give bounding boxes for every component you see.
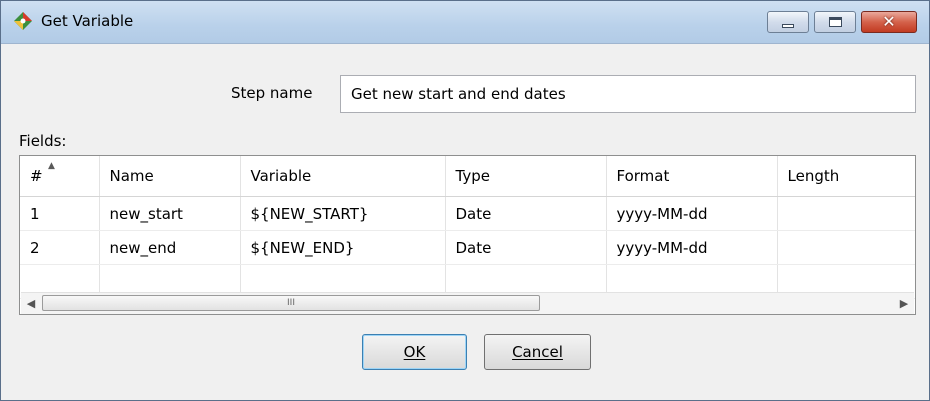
table-row[interactable]: 2 new_end ${NEW_END} Date yyyy-MM-dd [20, 230, 915, 265]
scroll-right-icon[interactable]: ▶ [894, 293, 914, 314]
column-header-label: # [30, 167, 43, 185]
step-name-label: Step name [231, 84, 313, 102]
maximize-button[interactable] [814, 11, 856, 33]
cell-name[interactable]: new_end [99, 230, 241, 265]
table-header-row: # ▲ Name Variable Type Format Length [20, 156, 915, 197]
fields-table[interactable]: # ▲ Name Variable Type Format Length 1 n… [19, 155, 916, 315]
dialog-body: Step name Fields: # ▲ Name Variable [1, 44, 929, 400]
horizontal-scrollbar[interactable]: ◀ III ▶ [21, 292, 914, 314]
ok-button[interactable]: OK [362, 334, 467, 370]
cell-format[interactable]: yyyy-MM-dd [606, 230, 778, 265]
window-title: Get Variable [41, 12, 134, 30]
cancel-button[interactable]: Cancel [484, 334, 591, 370]
cell-name[interactable]: new_start [99, 196, 241, 231]
sort-ascending-icon: ▲ [48, 161, 55, 171]
kettle-step-icon [14, 12, 32, 30]
column-header-length[interactable]: Length [777, 156, 915, 197]
step-name-input[interactable] [340, 75, 916, 113]
column-header-variable[interactable]: Variable [240, 156, 446, 197]
table-row[interactable]: 1 new_start ${NEW_START} Date yyyy-MM-dd [20, 196, 915, 231]
get-variable-dialog: Get Variable ✕ Step name Fields: [0, 0, 930, 401]
cell-length[interactable] [777, 196, 915, 231]
column-header-format[interactable]: Format [606, 156, 778, 197]
column-header-type[interactable]: Type [445, 156, 607, 197]
close-icon: ✕ [882, 12, 896, 31]
cell-type[interactable]: Date [445, 230, 607, 265]
cell-number[interactable]: 1 [20, 196, 100, 231]
minimize-button[interactable] [767, 11, 809, 33]
cell-length[interactable] [777, 230, 915, 265]
scroll-left-icon[interactable]: ◀ [21, 293, 41, 314]
title-bar[interactable]: Get Variable ✕ [1, 1, 929, 44]
cell-variable[interactable]: ${NEW_START} [240, 196, 446, 231]
column-header-number[interactable]: # ▲ [20, 156, 100, 197]
close-button[interactable]: ✕ [861, 11, 917, 33]
cell-type[interactable]: Date [445, 196, 607, 231]
cell-variable[interactable]: ${NEW_END} [240, 230, 446, 265]
cell-format[interactable]: yyyy-MM-dd [606, 196, 778, 231]
scrollbar-thumb[interactable]: III [42, 295, 540, 311]
minimize-icon [782, 24, 794, 28]
column-header-name[interactable]: Name [99, 156, 241, 197]
grip-icon: III [287, 298, 295, 308]
maximize-icon [829, 17, 842, 27]
fields-label: Fields: [19, 132, 67, 150]
cell-number[interactable]: 2 [20, 230, 100, 265]
